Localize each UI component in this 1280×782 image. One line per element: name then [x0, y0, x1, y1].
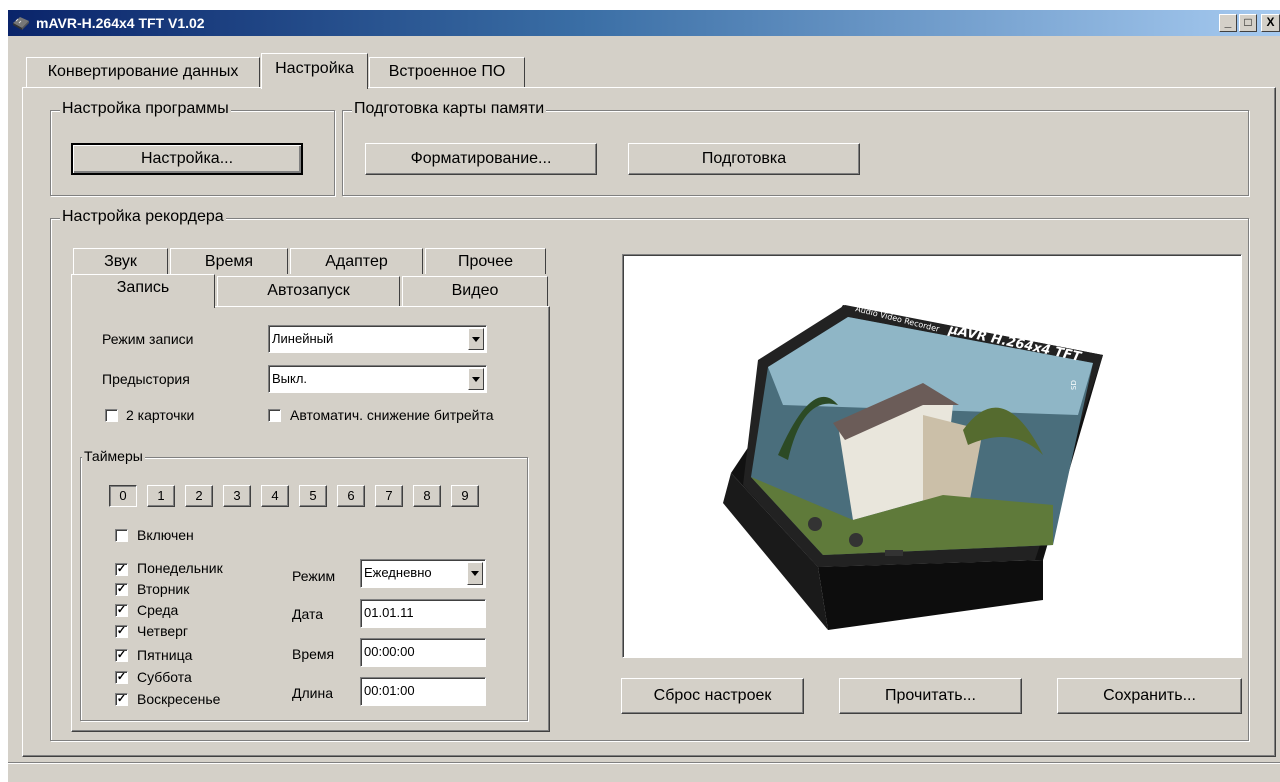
tab-sound[interactable]: Звук	[73, 248, 168, 274]
program-settings-group: Настройка программы Настройка...	[50, 100, 335, 196]
timer-button-7[interactable]: 7	[375, 485, 403, 507]
tab-data-conversion[interactable]: Конвертирование данных	[26, 57, 260, 87]
thursday-label: Четверг	[137, 623, 189, 639]
card-preparation-group: Подготовка карты памяти Форматирование..…	[342, 100, 1249, 196]
timer-enabled-checkbox[interactable]	[115, 529, 128, 542]
tab-label: Прочее	[457, 253, 514, 270]
tab-label: Запись	[116, 279, 170, 296]
wednesday-checkbox[interactable]: ✓	[115, 604, 128, 617]
sunday-label: Воскресенье	[137, 691, 221, 707]
tab-firmware[interactable]: Встроенное ПО	[369, 57, 525, 87]
settings-tab-page: Настройка программы Настройка... Подгото…	[22, 87, 1276, 757]
timer-button-4[interactable]: 4	[261, 485, 289, 507]
device-side-text: SD	[1070, 380, 1078, 390]
record-mode-select[interactable]: Линейный	[268, 325, 487, 353]
close-button[interactable]: X	[1261, 14, 1280, 32]
tab-label: Адаптер	[325, 253, 388, 270]
timer-button-8[interactable]: 8	[413, 485, 441, 507]
tab-label: Звук	[104, 253, 137, 270]
length-input[interactable]: 00:01:00	[360, 677, 486, 706]
timer-button-3[interactable]: 3	[223, 485, 251, 507]
tab-time[interactable]: Время	[170, 248, 288, 274]
group-title: Настройка программы	[60, 100, 231, 118]
timer-number-selector: 0 1 2 3 4 5 6 7 8 9	[109, 485, 499, 507]
timer-button-0[interactable]: 0	[109, 485, 137, 507]
tab-adapter[interactable]: Адаптер	[290, 248, 423, 274]
timer-mode-select[interactable]: Ежедневно	[360, 559, 486, 588]
friday-checkbox[interactable]: ✓	[115, 649, 128, 662]
timer-enabled-label: Включен	[137, 527, 194, 543]
tab-video[interactable]: Видео	[402, 276, 548, 306]
select-value: Выкл.	[272, 371, 308, 386]
date-label: Дата	[292, 606, 324, 622]
chevron-down-icon[interactable]	[467, 562, 483, 585]
recording-tab-page: Режим записи Линейный Предыстория Выкл. …	[71, 306, 550, 732]
maximize-button[interactable]: □	[1239, 14, 1257, 32]
friday-label: Пятница	[137, 647, 193, 663]
tab-settings[interactable]: Настройка	[261, 53, 368, 89]
thursday-checkbox[interactable]: ✓	[115, 625, 128, 638]
tab-label: Время	[204, 253, 254, 270]
group-title: Настройка рекордера	[60, 208, 226, 226]
mode-label: Режим	[292, 568, 336, 584]
device-image: Audio Video Recorder µAVR H.264x4 TFT SD	[723, 304, 1103, 630]
app-icon	[13, 17, 29, 30]
save-button[interactable]: Сохранить...	[1057, 678, 1242, 714]
group-title: Таймеры	[82, 448, 145, 464]
tab-autostart[interactable]: Автозапуск	[217, 276, 400, 306]
main-window: mAVR-H.264x4 TFT V1.02 _ □ X Конвертиров…	[8, 10, 1280, 782]
prehistory-label: Предыстория	[102, 371, 190, 387]
minimize-button[interactable]: _	[1219, 14, 1237, 32]
timer-button-5[interactable]: 5	[299, 485, 327, 507]
record-mode-label: Режим записи	[102, 331, 194, 347]
timers-group: Таймеры 0 1 2 3 4 5 6 7 8 9 Включен ✓ По…	[80, 448, 528, 721]
chevron-down-icon[interactable]	[468, 368, 484, 390]
date-input[interactable]: 01.01.11	[360, 599, 486, 628]
select-value: Линейный	[272, 331, 334, 346]
tab-label: Конвертирование данных	[47, 63, 239, 80]
prepare-button[interactable]: Подготовка	[628, 143, 860, 175]
tab-label: Настройка	[275, 60, 354, 77]
tab-recording[interactable]: Запись	[71, 274, 215, 308]
prehistory-select[interactable]: Выкл.	[268, 365, 487, 393]
time-label: Время	[292, 646, 335, 662]
tab-label: Автозапуск	[267, 282, 350, 299]
settings-button[interactable]: Настройка...	[71, 143, 303, 175]
timer-button-9[interactable]: 9	[451, 485, 479, 507]
tab-label: Видео	[451, 282, 499, 299]
length-label: Длина	[292, 685, 333, 701]
status-bar	[8, 762, 1280, 782]
time-input[interactable]: 00:00:00	[360, 638, 486, 667]
tab-other[interactable]: Прочее	[425, 248, 546, 274]
two-cards-checkbox[interactable]	[105, 409, 118, 422]
read-button[interactable]: Прочитать...	[839, 678, 1022, 714]
auto-bitrate-checkbox[interactable]	[268, 409, 281, 422]
timer-button-1[interactable]: 1	[147, 485, 175, 507]
auto-bitrate-label: Автоматич. снижение битрейта	[290, 407, 494, 423]
wednesday-label: Среда	[137, 602, 179, 618]
two-cards-label: 2 карточки	[126, 407, 195, 423]
recorder-settings-group: Настройка рекордера Звук Время Адаптер П…	[50, 208, 1249, 741]
monday-checkbox[interactable]: ✓	[115, 563, 128, 576]
monday-label: Понедельник	[137, 560, 223, 576]
window-title: mAVR-H.264x4 TFT V1.02	[36, 15, 205, 31]
reset-settings-button[interactable]: Сброс настроек	[621, 678, 804, 714]
sunday-checkbox[interactable]: ✓	[115, 693, 128, 706]
chevron-down-icon[interactable]	[468, 328, 484, 350]
tuesday-label: Вторник	[137, 581, 190, 597]
select-value: Ежедневно	[364, 565, 432, 580]
timer-button-6[interactable]: 6	[337, 485, 365, 507]
group-title: Подготовка карты памяти	[352, 100, 547, 118]
tuesday-checkbox[interactable]: ✓	[115, 583, 128, 596]
saturday-label: Суббота	[137, 669, 192, 685]
title-bar[interactable]: mAVR-H.264x4 TFT V1.02 _ □ X	[8, 10, 1280, 36]
timer-button-2[interactable]: 2	[185, 485, 213, 507]
device-image-panel: Audio Video Recorder µAVR H.264x4 TFT SD	[622, 254, 1242, 658]
tab-label: Встроенное ПО	[388, 63, 506, 80]
format-button[interactable]: Форматирование...	[365, 143, 597, 175]
saturday-checkbox[interactable]: ✓	[115, 671, 128, 684]
